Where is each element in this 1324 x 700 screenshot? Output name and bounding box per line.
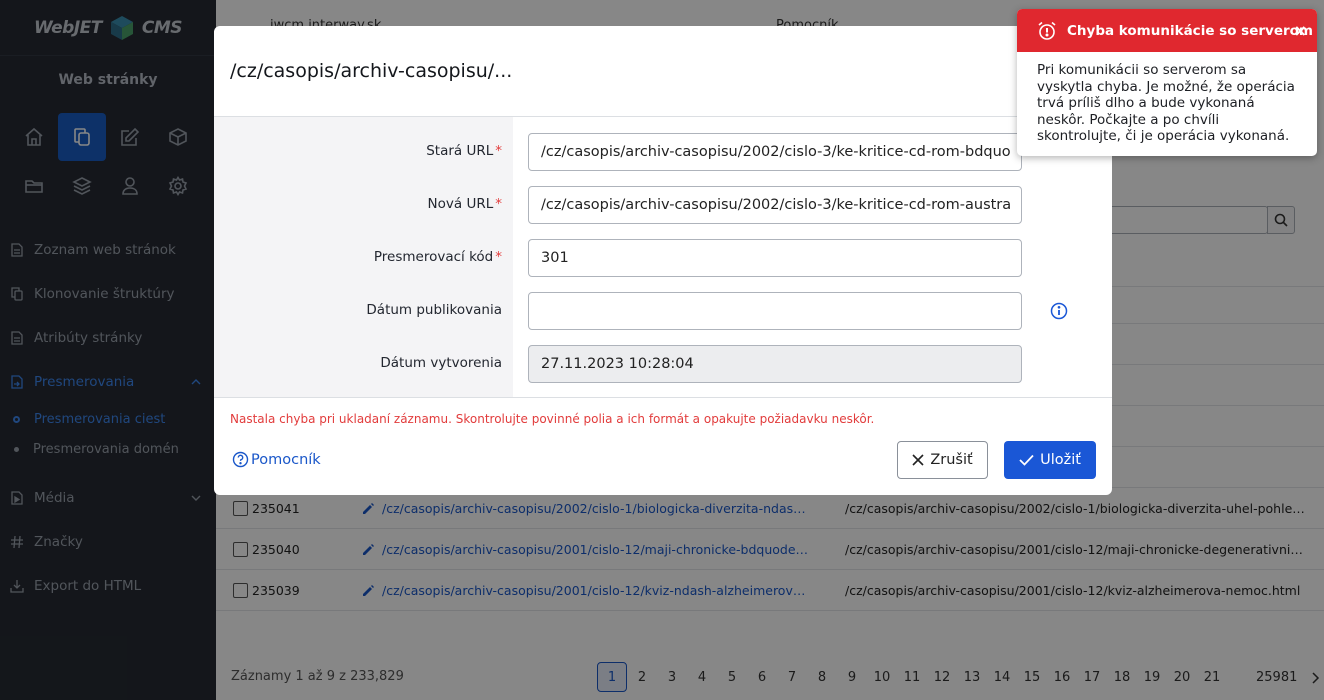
- redirect-code-input[interactable]: 301: [528, 239, 1022, 277]
- field-redirect-code: Presmerovací kód * 301: [214, 239, 1112, 277]
- toast-message: Pri komunikácii so serverom sa vyskytla …: [1037, 62, 1295, 144]
- question-circle-icon: [232, 451, 249, 468]
- toast-header: Chyba komunikácie so serverom ×: [1017, 9, 1317, 52]
- required-mark: *: [495, 249, 502, 265]
- field-label-text: Dátum vytvorenia: [380, 355, 502, 371]
- cancel-button[interactable]: Zrušiť: [897, 441, 988, 479]
- dialog-title: /cz/casopis/archiv-casopisu/...: [230, 60, 513, 82]
- field-created-date: Dátum vytvorenia 27.11.2023 10:28:04: [214, 345, 1112, 383]
- required-mark: *: [495, 196, 502, 212]
- field-label: Nová URL *: [428, 196, 502, 212]
- save-button[interactable]: Uložiť: [1004, 441, 1096, 479]
- field-new-url: Nová URL * /cz/casopis/archiv-casopisu/20…: [214, 186, 1112, 224]
- toast-title: Chyba komunikácie so serverom: [1067, 22, 1313, 39]
- cancel-button-label: Zrušiť: [930, 452, 973, 468]
- field-old-url: Stará URL * /cz/casopis/archiv-casopisu/2…: [214, 133, 1112, 171]
- field-publish-date: Dátum publikovania: [214, 292, 1112, 330]
- info-icon[interactable]: [1050, 302, 1068, 320]
- field-label: Dátum vytvorenia: [380, 355, 502, 371]
- help-link-label: Pomocník: [251, 451, 321, 468]
- save-button-label: Uložiť: [1040, 452, 1081, 468]
- created-date-input: 27.11.2023 10:28:04: [528, 345, 1022, 383]
- toast-close-button[interactable]: ×: [1294, 21, 1307, 40]
- field-label-text: Dátum publikovania: [366, 302, 502, 318]
- field-label: Presmerovací kód *: [374, 249, 502, 265]
- check-icon: [1019, 454, 1034, 466]
- dialog-form: Stará URL * /cz/casopis/archiv-casopisu/2…: [214, 116, 1112, 398]
- new-url-input[interactable]: /cz/casopis/archiv-casopisu/2002/cislo-3…: [528, 186, 1022, 224]
- old-url-input[interactable]: /cz/casopis/archiv-casopisu/2002/cislo-3…: [528, 133, 1022, 171]
- publish-date-input[interactable]: [528, 292, 1022, 330]
- edit-redirect-dialog: /cz/casopis/archiv-casopisu/... Stará UR…: [214, 26, 1112, 495]
- field-label-text: Stará URL: [426, 143, 494, 159]
- field-label: Dátum publikovania: [366, 302, 502, 318]
- help-link[interactable]: Pomocník: [232, 451, 321, 468]
- error-message: Nastala chyba pri ukladaní záznamu. Skon…: [230, 412, 875, 426]
- required-mark: *: [495, 143, 502, 159]
- alarm-clock-icon: [1038, 21, 1056, 40]
- close-icon: [912, 454, 924, 466]
- field-label: Stará URL *: [426, 143, 502, 159]
- field-label-text: Presmerovací kód: [373, 249, 494, 265]
- field-label-text: Nová URL: [427, 196, 494, 212]
- error-toast: Chyba komunikácie so serverom × Pri komu…: [1017, 9, 1317, 156]
